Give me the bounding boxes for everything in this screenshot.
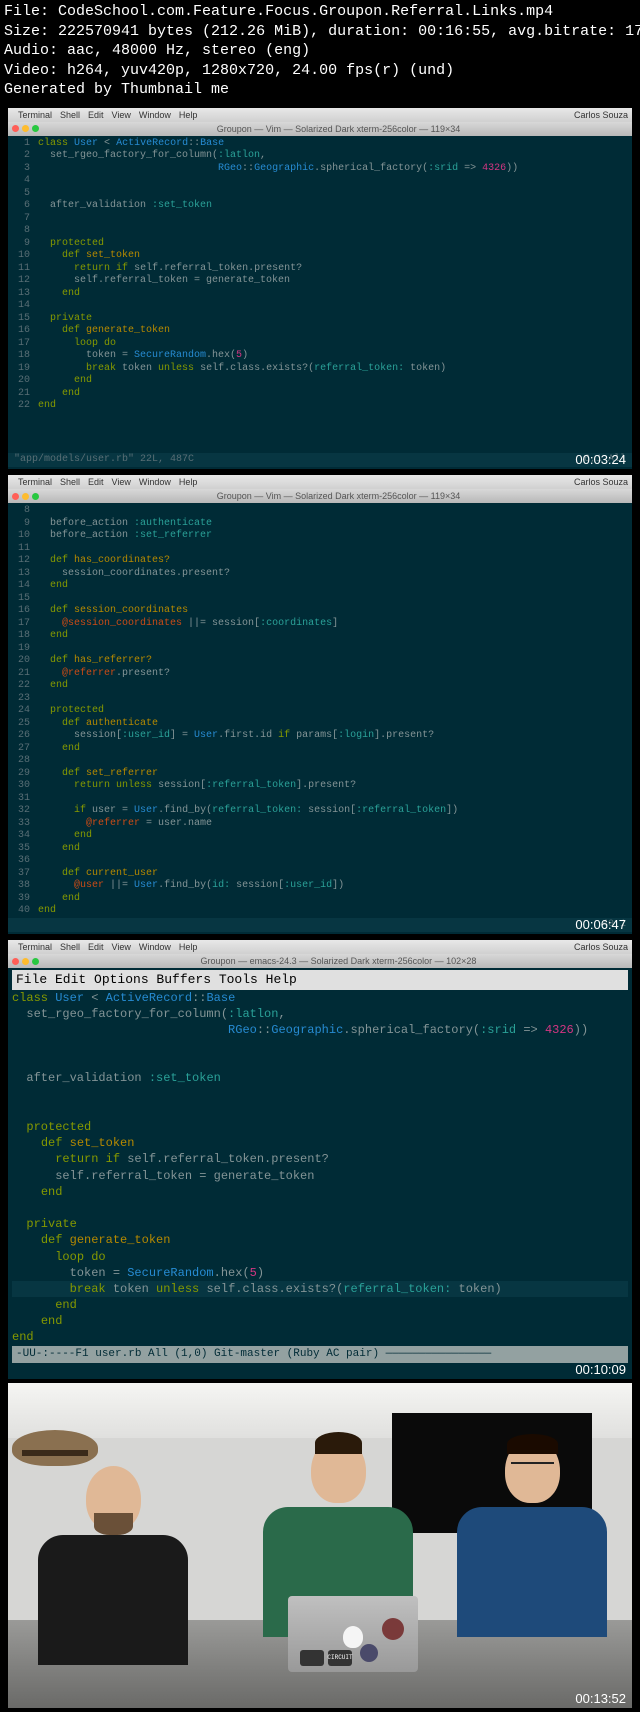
- fedora-hat: [12, 1430, 98, 1466]
- menu-edit: Edit: [88, 110, 104, 120]
- zoom-icon: [32, 125, 39, 132]
- emacs-status-line: -UU-:----F1 user.rb All (1,0) Git-master…: [12, 1346, 628, 1363]
- window-titlebar: Groupon — emacs-24.3 — Solarized Dark xt…: [8, 954, 632, 968]
- sticker: [360, 1644, 378, 1662]
- window-titlebar: Groupon — Vim — Solarized Dark xterm-256…: [8, 489, 632, 503]
- window-titlebar: Groupon — Vim — Solarized Dark xterm-256…: [8, 122, 632, 136]
- vim-status-line: 40,1: [8, 918, 632, 933]
- minimize-icon: [22, 125, 29, 132]
- timestamp: 00:03:24: [575, 452, 626, 467]
- sticker: [300, 1650, 324, 1666]
- zoom-icon: [32, 493, 39, 500]
- code-editor: File Edit Options Buffers Tools Help cla…: [8, 968, 632, 1379]
- thumbnail-frame-2: Terminal Shell Edit View Window Help Car…: [8, 475, 632, 934]
- menu-shell: Shell: [60, 110, 80, 120]
- emacs-menubar: File Edit Options Buffers Tools Help: [12, 970, 628, 990]
- size-label: Size:: [4, 23, 49, 40]
- thumbnail-frame-3: Terminal Shell Edit View Window Help Car…: [8, 940, 632, 1379]
- sticker: [382, 1618, 404, 1640]
- video-value: h264, yuv420p, 1280x720, 24.00 fps(r) (u…: [67, 62, 454, 79]
- minimize-icon: [22, 493, 29, 500]
- minimize-icon: [22, 958, 29, 965]
- mac-menubar: Terminal Shell Edit View Window Help Car…: [8, 108, 632, 122]
- close-icon: [12, 958, 19, 965]
- code-editor: 8 9 before_action :authenticate 10 befor…: [8, 503, 632, 934]
- file-label: File:: [4, 3, 49, 20]
- laptop: CIRCUIT: [288, 1596, 418, 1672]
- timestamp: 00:13:52: [575, 1691, 626, 1706]
- thumbnail-frame-4: CIRCUIT 00:13:52: [8, 1383, 632, 1708]
- menu-help: Help: [179, 110, 198, 120]
- file-info-header: File: CodeSchool.com.Feature.Focus.Group…: [0, 0, 640, 102]
- menubar-user: Carlos Souza: [574, 110, 628, 120]
- apple-logo-icon: [343, 1626, 363, 1648]
- code-editor: 1class User < ActiveRecord::Base 2 set_r…: [8, 136, 632, 470]
- timestamp: 00:06:47: [575, 917, 626, 932]
- file-name: CodeSchool.com.Feature.Focus.Groupon.Ref…: [58, 3, 553, 20]
- mac-menubar: Terminal Shell Edit View Window Help Car…: [8, 475, 632, 489]
- mac-menubar: Terminal Shell Edit View Window Help Car…: [8, 940, 632, 954]
- circuit-sticker: CIRCUIT: [328, 1650, 352, 1666]
- vim-status-line: "app/models/user.rb" 22L, 487C 6,1 All: [8, 453, 632, 468]
- video-label: Video:: [4, 62, 58, 79]
- menu-view: View: [112, 110, 131, 120]
- size-value: 222570941 bytes (212.26 MiB), duration: …: [58, 23, 640, 40]
- audio-label: Audio:: [4, 42, 58, 59]
- zoom-icon: [32, 958, 39, 965]
- menu-window: Window: [139, 110, 171, 120]
- timestamp: 00:10:09: [575, 1362, 626, 1377]
- person-left: [28, 1438, 198, 1648]
- thumbnail-frame-1: Terminal Shell Edit View Window Help Car…: [8, 108, 632, 470]
- close-icon: [12, 125, 19, 132]
- status-left: "app/models/user.rb" 22L, 487C: [14, 454, 194, 467]
- close-icon: [12, 493, 19, 500]
- window-title: Groupon — Vim — Solarized Dark xterm-256…: [49, 124, 628, 134]
- generated-line: Generated by Thumbnail me: [4, 81, 229, 98]
- person-right: [452, 1438, 612, 1648]
- menu-terminal: Terminal: [18, 110, 52, 120]
- window-title: Groupon — emacs-24.3 — Solarized Dark xt…: [49, 956, 628, 966]
- audio-value: aac, 48000 Hz, stereo (eng): [67, 42, 310, 59]
